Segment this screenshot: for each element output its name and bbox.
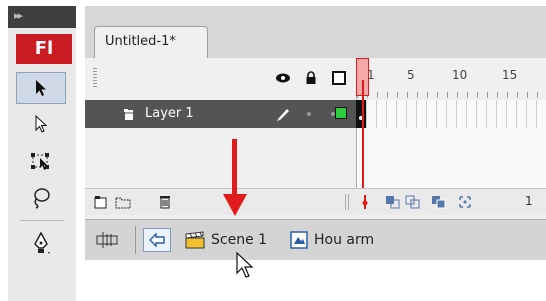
symbol-breadcrumb[interactable]: Hou arm bbox=[290, 230, 374, 250]
document-tab-strip: Untitled-1* bbox=[85, 6, 546, 58]
frame-ruler[interactable]: 1 5 10 15 bbox=[356, 58, 546, 100]
symbol-label: Hou arm bbox=[314, 232, 375, 248]
annotation-arrow-icon bbox=[223, 194, 247, 216]
edit-bar: Scene 1 Hou arm bbox=[85, 219, 546, 261]
new-folder-icon[interactable] bbox=[115, 194, 131, 210]
playhead-line bbox=[362, 80, 364, 190]
mouse-cursor-icon bbox=[236, 252, 254, 278]
center-frame-icon[interactable] bbox=[357, 194, 373, 210]
edit-multiple-frames-icon[interactable] bbox=[431, 194, 447, 210]
ruler-number: 5 bbox=[407, 68, 415, 82]
stage-area[interactable] bbox=[85, 260, 546, 301]
layer-name[interactable]: Layer 1 bbox=[145, 100, 194, 128]
timeline-panel: Untitled-1* 1 5 10 15 Layer 1 1 Scene 1 … bbox=[85, 6, 546, 301]
layer-row[interactable]: Layer 1 bbox=[85, 100, 546, 128]
frames-area bbox=[356, 128, 546, 188]
free-transform-icon bbox=[31, 153, 49, 170]
visibility-dot[interactable] bbox=[307, 112, 311, 116]
layer-page-icon bbox=[123, 107, 137, 126]
new-layer-icon[interactable] bbox=[93, 194, 109, 210]
subselection-tool[interactable] bbox=[16, 108, 66, 140]
back-arrow-icon bbox=[149, 233, 165, 247]
pencil-icon[interactable] bbox=[275, 106, 291, 126]
timeline-header: 1 5 10 15 bbox=[85, 58, 546, 100]
lasso-icon bbox=[34, 188, 50, 209]
lock-icon[interactable] bbox=[303, 70, 319, 86]
eye-icon[interactable] bbox=[275, 70, 291, 86]
arrow-white-icon bbox=[35, 115, 48, 133]
flash-logo: Fl bbox=[16, 34, 72, 64]
footer-separator bbox=[345, 194, 349, 210]
layer-frames[interactable] bbox=[356, 100, 546, 128]
timeline-toggle-icon[interactable] bbox=[95, 230, 119, 254]
clapperboard-icon bbox=[185, 231, 205, 249]
selection-tool[interactable] bbox=[16, 72, 66, 104]
layer-color-swatch[interactable] bbox=[335, 107, 347, 119]
trash-icon[interactable] bbox=[157, 194, 173, 210]
ruler-ticks bbox=[357, 92, 546, 98]
collapse-icon[interactable]: ▸▸ bbox=[14, 10, 28, 22]
annotation-arrow-shaft bbox=[232, 139, 237, 201]
layers-area bbox=[85, 128, 356, 188]
pen-icon bbox=[34, 232, 50, 254]
movie-clip-icon bbox=[290, 231, 308, 249]
panel-grip[interactable] bbox=[93, 68, 97, 88]
pen-tool[interactable] bbox=[16, 228, 66, 260]
tools-panel-header: ▸▸ bbox=[8, 6, 76, 28]
current-frame-number: 1 bbox=[525, 194, 533, 208]
onion-skin-icon[interactable] bbox=[385, 194, 401, 210]
timeline-footer: 1 bbox=[85, 188, 546, 215]
modify-onion-markers-icon[interactable] bbox=[457, 194, 473, 210]
tools-panel: ▸▸ Fl bbox=[8, 6, 76, 301]
scene-label: Scene 1 bbox=[211, 232, 268, 248]
scene-breadcrumb[interactable]: Scene 1 bbox=[185, 230, 267, 250]
ruler-number: 15 bbox=[502, 68, 518, 82]
tools-divider bbox=[20, 220, 64, 221]
document-tab[interactable]: Untitled-1* bbox=[94, 26, 208, 58]
outline-icon[interactable] bbox=[331, 70, 347, 86]
keyframe[interactable] bbox=[356, 100, 366, 128]
ruler-number: 10 bbox=[452, 68, 468, 82]
arrow-black-icon bbox=[36, 80, 46, 96]
edit-bar-divider bbox=[135, 226, 136, 254]
layer-row-label-area[interactable]: Layer 1 bbox=[85, 100, 356, 128]
free-transform-tool[interactable] bbox=[16, 146, 66, 178]
onion-skin-outlines-icon[interactable] bbox=[405, 194, 421, 210]
lasso-tool[interactable] bbox=[16, 182, 66, 214]
back-button[interactable] bbox=[143, 228, 171, 252]
